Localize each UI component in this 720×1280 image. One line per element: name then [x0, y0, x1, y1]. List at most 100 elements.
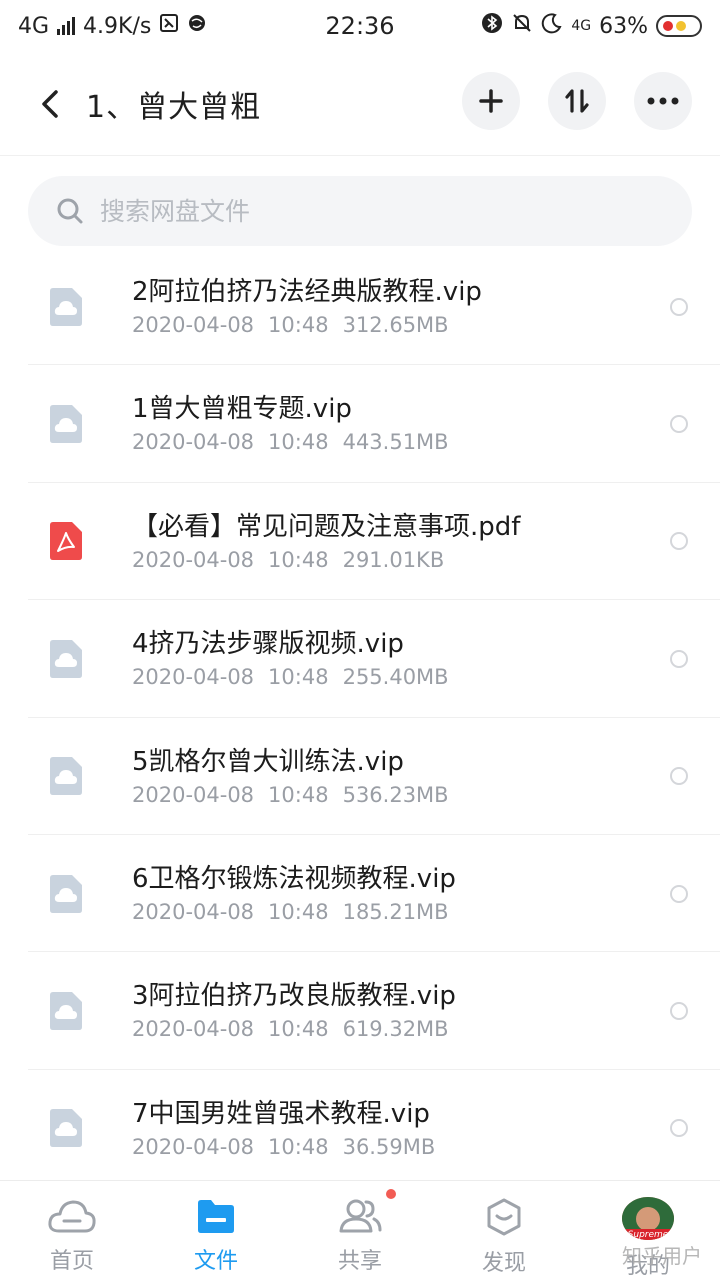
file-date: 2020-04-08	[132, 1017, 255, 1042]
file-date: 2020-04-08	[132, 430, 255, 455]
nav-item-files[interactable]: 文件	[144, 1181, 288, 1280]
nav-label-discover: 发现	[481, 1251, 526, 1276]
file-info: 1曾大曾粗专题.vip 2020-04-08 10:48 443.51MB	[132, 393, 449, 457]
more-horizontal-icon	[647, 97, 679, 105]
search-input[interactable]	[100, 196, 660, 226]
file-info: 3阿拉伯挤乃改良版教程.vip 2020-04-08 10:48 619.32MB	[132, 980, 456, 1044]
select-radio[interactable]	[670, 1002, 688, 1021]
file-time: 10:48	[268, 665, 329, 690]
network-type-right: 4G	[571, 18, 592, 34]
file-meta: 2020-04-08 10:48 536.23MB	[132, 780, 449, 810]
file-size: 619.32MB	[342, 1017, 449, 1042]
file-meta: 2020-04-08 10:48 255.40MB	[132, 662, 449, 692]
status-right: 4G 63%	[481, 12, 702, 40]
vip-icon	[48, 639, 84, 679]
file-date: 2020-04-08	[132, 665, 255, 690]
select-radio[interactable]	[670, 297, 688, 316]
file-info: 4挤乃法步骤版视频.vip 2020-04-08 10:48 255.40MB	[132, 628, 449, 692]
vip-icon	[48, 991, 84, 1031]
select-radio[interactable]	[670, 415, 688, 434]
file-row[interactable]: 【必看】常见问题及注意事项.pdf 2020-04-08 10:48 291.01KB	[0, 483, 720, 601]
plus-icon	[479, 89, 503, 113]
header-actions	[462, 72, 692, 130]
status-bar: 4G 4.9K/s 22:36 4G 63%	[0, 0, 720, 52]
file-date: 2020-04-08	[132, 782, 255, 807]
avatar-brand-text: Supreme	[622, 1229, 674, 1240]
add-button[interactable]	[462, 72, 520, 130]
file-meta: 2020-04-08 10:48 185.21MB	[132, 897, 456, 927]
vip-icon	[48, 1108, 84, 1148]
file-info: 6卫格尔锻炼法视频教程.vip 2020-04-08 10:48 185.21MB	[132, 863, 456, 927]
file-size: 255.40MB	[342, 665, 449, 690]
select-radio[interactable]	[670, 884, 688, 903]
watermark: 知乎用户	[622, 1244, 702, 1268]
file-row[interactable]: 2阿拉伯挤乃法经典版教程.vip 2020-04-08 10:48 312.65MB	[0, 248, 720, 366]
file-name: 【必看】常见问题及注意事项.pdf	[132, 511, 521, 542]
network-type: 4G	[18, 13, 50, 39]
people-icon	[339, 1199, 382, 1233]
file-date: 2020-04-08	[132, 1134, 255, 1159]
file-row[interactable]: 6卫格尔锻炼法视频教程.vip 2020-04-08 10:48 185.21MB	[0, 835, 720, 953]
nav-label-share: 共享	[337, 1249, 382, 1274]
file-name: 6卫格尔锻炼法视频教程.vip	[132, 863, 456, 894]
file-info: 5凯格尔曾大训练法.vip 2020-04-08 10:48 536.23MB	[132, 746, 449, 810]
nav-item-home[interactable]: 首页	[0, 1181, 144, 1280]
file-size: 185.21MB	[342, 899, 449, 924]
file-row[interactable]: 3阿拉伯挤乃改良版教程.vip 2020-04-08 10:48 619.32MB	[0, 952, 720, 1070]
file-date: 2020-04-08	[132, 899, 255, 924]
notification-badge	[386, 1189, 396, 1199]
back-button[interactable]	[22, 76, 78, 132]
chevron-left-icon	[42, 89, 58, 118]
file-size: 536.23MB	[342, 782, 449, 807]
file-meta: 2020-04-08 10:48 443.51MB	[132, 427, 449, 457]
file-row[interactable]: 5凯格尔曾大训练法.vip 2020-04-08 10:48 536.23MB	[0, 718, 720, 835]
file-name: 3阿拉伯挤乃改良版教程.vip	[132, 981, 456, 1012]
file-list: 2阿拉伯挤乃法经典版教程.vip 2020-04-08 10:48 312.65MB 1…	[0, 248, 720, 1188]
sort-icon	[565, 89, 589, 113]
mute-icon	[511, 12, 533, 40]
globe-icon	[187, 13, 207, 39]
file-size: 291.01KB	[342, 547, 445, 572]
vip-icon	[48, 287, 84, 327]
file-date: 2020-04-08	[132, 547, 255, 572]
vip-icon	[48, 874, 84, 914]
status-left: 4G 4.9K/s	[18, 13, 207, 39]
select-radio[interactable]	[670, 649, 688, 668]
file-date: 2020-04-08	[132, 313, 255, 337]
file-size: 312.65MB	[342, 313, 449, 337]
file-size: 36.59MB	[342, 1134, 436, 1159]
signal-icon	[57, 17, 76, 35]
file-row[interactable]: 7中国男姓曾强术教程.vip 2020-04-08 10:48 36.59MB	[0, 1070, 720, 1188]
nav-label-files: 文件	[193, 1249, 238, 1274]
file-time: 10:48	[268, 1134, 329, 1159]
battery-percent: 63%	[599, 13, 648, 39]
search-bar[interactable]	[28, 176, 692, 246]
select-radio[interactable]	[670, 532, 688, 551]
file-info: 7中国男姓曾强术教程.vip 2020-04-08 10:48 36.59MB	[132, 1098, 435, 1162]
sort-button[interactable]	[548, 72, 606, 130]
file-name: 1曾大曾粗专题.vip	[132, 394, 352, 425]
top-header: 1、曾大曾粗	[0, 52, 720, 156]
battery-icon	[656, 15, 702, 37]
select-radio[interactable]	[670, 1119, 688, 1138]
network-speed: 4.9K/s	[83, 13, 152, 39]
select-radio[interactable]	[670, 767, 688, 786]
nav-item-discover[interactable]: 发现	[432, 1181, 576, 1280]
search-icon	[57, 198, 83, 224]
file-name: 4挤乃法步骤版视频.vip	[132, 629, 404, 660]
file-name: 2阿拉伯挤乃法经典版教程.vip	[132, 277, 482, 307]
file-meta: 2020-04-08 10:48 312.65MB	[132, 310, 482, 340]
file-time: 10:48	[268, 1017, 329, 1042]
vip-icon	[48, 756, 84, 796]
file-row[interactable]: 1曾大曾粗专题.vip 2020-04-08 10:48 443.51MB	[0, 365, 720, 483]
file-time: 10:48	[268, 547, 329, 572]
file-name: 5凯格尔曾大训练法.vip	[132, 746, 404, 777]
file-info: 2阿拉伯挤乃法经典版教程.vip 2020-04-08 10:48 312.65MB	[132, 276, 482, 340]
file-time: 10:48	[268, 313, 329, 337]
file-row[interactable]: 4挤乃法步骤版视频.vip 2020-04-08 10:48 255.40MB	[0, 600, 720, 718]
sim-icon	[159, 13, 179, 39]
nav-item-share[interactable]: 共享	[288, 1181, 432, 1280]
more-button[interactable]	[634, 72, 692, 130]
file-time: 10:48	[268, 899, 329, 924]
bluetooth-icon	[481, 12, 503, 40]
